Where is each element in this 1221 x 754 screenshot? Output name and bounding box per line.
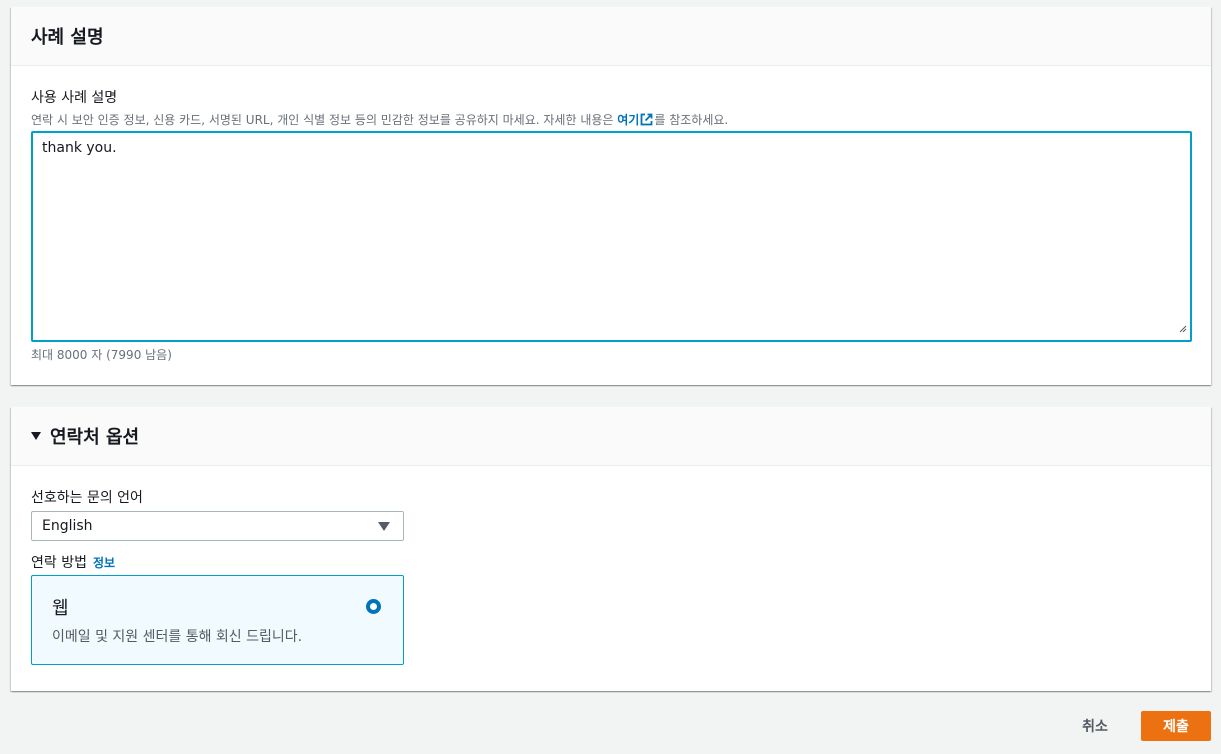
- resize-grip-icon[interactable]: [1179, 321, 1187, 337]
- web-contact-tile[interactable]: 웹 이메일 및 지원 센터를 통해 회신 드립니다.: [31, 575, 404, 665]
- case-description-panel: 사례 설명 사용 사례 설명 연락 시 보안 인증 정보, 신용 카드, 서명된…: [11, 7, 1211, 385]
- caret-down-icon[interactable]: [31, 432, 41, 440]
- tile-title: 웹: [52, 598, 69, 619]
- submit-button[interactable]: 제출: [1141, 711, 1211, 741]
- language-select[interactable]: English: [31, 511, 404, 541]
- cancel-button[interactable]: 취소: [1070, 711, 1120, 740]
- character-count: 최대 8000 자 (7990 남음): [31, 348, 172, 362]
- use-case-label: 사용 사례 설명: [31, 90, 118, 106]
- case-description-title: 사례 설명: [31, 27, 104, 48]
- radio-selected-dot: [370, 603, 377, 610]
- dropdown-arrow-icon: [378, 522, 390, 531]
- tile-description: 이메일 및 지원 센터를 통해 회신 드립니다.: [52, 629, 303, 645]
- learn-more-link[interactable]: 여기: [617, 113, 639, 127]
- web-radio-button[interactable]: [366, 599, 381, 614]
- description-suffix: 를 참조하세요.: [654, 113, 729, 127]
- case-description-header: 사례 설명: [11, 7, 1211, 66]
- contact-options-panel: 연락처 옵션 선호하는 문의 언어 English 연락 방법 정보 웹 이메일 …: [11, 407, 1211, 691]
- use-case-description: 연락 시 보안 인증 정보, 신용 카드, 서명된 URL, 개인 식별 정보 …: [31, 111, 728, 129]
- contact-options-header[interactable]: 연락처 옵션: [11, 407, 1211, 466]
- textarea-value: thank you.: [42, 140, 117, 156]
- language-selected-value: English: [42, 518, 93, 534]
- contact-options-title[interactable]: 연락처 옵션: [50, 423, 139, 449]
- contact-method-label-row: 연락 방법 정보: [31, 552, 115, 572]
- info-link[interactable]: 정보: [93, 556, 115, 570]
- use-case-textarea[interactable]: thank you.: [31, 131, 1192, 342]
- contact-method-label: 연락 방법: [31, 555, 87, 571]
- language-label: 선호하는 문의 언어: [31, 490, 143, 506]
- description-prefix: 연락 시 보안 인증 정보, 신용 카드, 서명된 URL, 개인 식별 정보 …: [31, 113, 618, 127]
- external-link-icon[interactable]: [640, 113, 653, 129]
